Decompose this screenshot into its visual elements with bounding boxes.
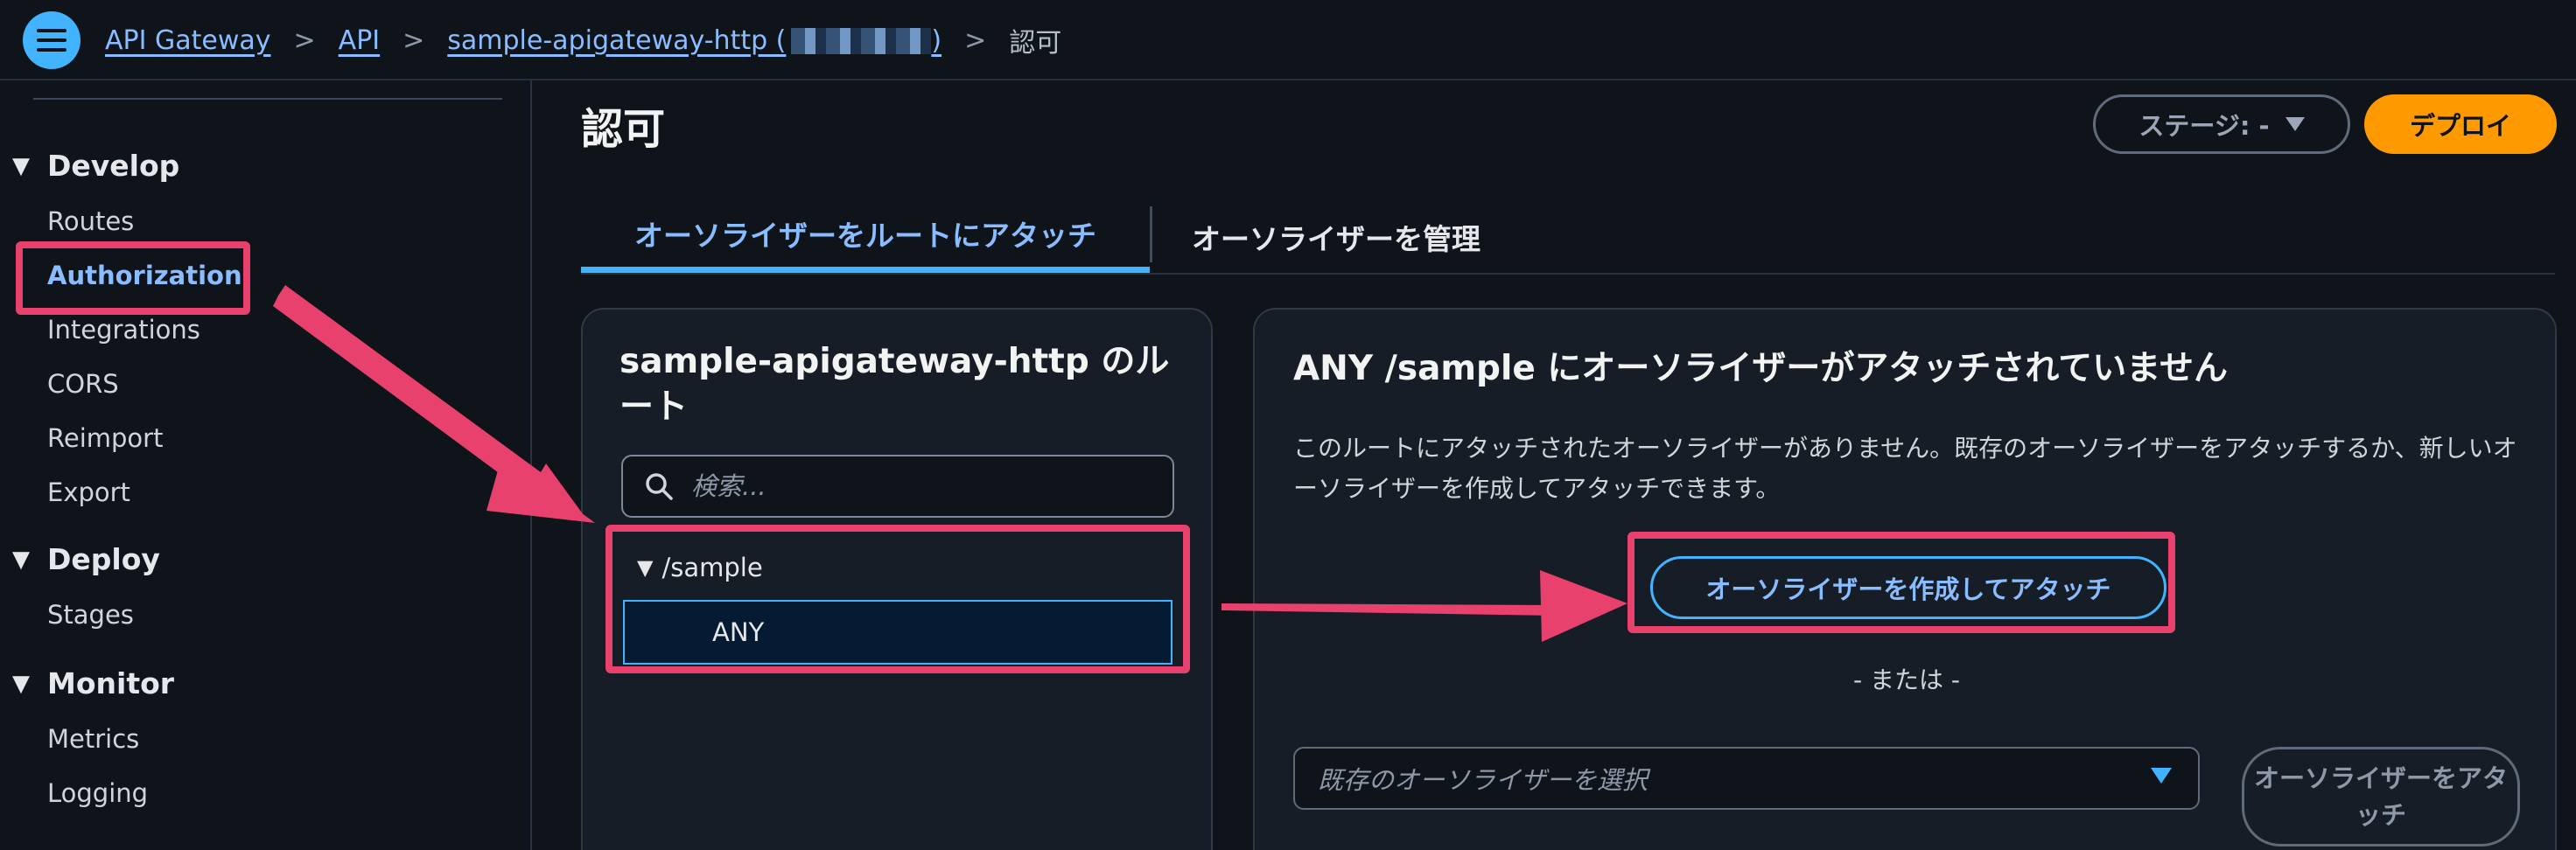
detail-description: このルートにアタッチされたオーソライザーがありません。既存のオーソライザーをアタ… [1293,434,2517,503]
highlight-box-route [606,525,1190,673]
tab-manage-authorizers[interactable]: オーソライザーを管理 [1192,199,1480,275]
or-separator: - または - [1852,665,1960,694]
sidebar-item-export[interactable]: Export [47,477,130,507]
caret-down-icon: ▼ [12,152,30,179]
breadcrumb-api-name[interactable]: sample-apigateway-http () [447,25,942,56]
detail-title: ANY /sample にオーソライザーがアタッチされていません [1293,349,2229,388]
sidebar-section-label: Deploy [47,542,160,576]
hamburger-icon [37,29,66,52]
caret-down-icon [2151,768,2172,784]
breadcrumb-api-gateway[interactable]: API Gateway [105,25,271,56]
tab-attach-authorizer[interactable]: オーソライザーをルートにアタッチ [581,199,1150,273]
sidebar-section-label: Develop [47,149,180,183]
caret-down-icon: ▼ [12,546,30,573]
breadcrumb-current: 認可 [1009,28,1062,59]
page-title: 認可 [581,105,666,154]
select-placeholder: 既存のオーソライザーを選択 [1318,765,1648,795]
existing-authorizer-select[interactable]: 既存のオーソライザーを選択 [1293,747,2200,810]
sidebar-item-stages[interactable]: Stages [47,600,134,630]
search-icon [646,473,673,500]
routes-panel-title: sample-apigateway-http のルート [620,342,1170,427]
breadcrumb-api[interactable]: API [339,25,380,56]
tab-bar: オーソライザーをルートにアタッチ オーソライザーを管理 [581,199,2555,275]
breadcrumb: API Gateway > API > sample-apigateway-ht… [105,0,1061,80]
stage-select-button[interactable]: ステージ: - [2093,94,2350,154]
tab-divider [1150,206,1152,262]
sidebar-item-routes[interactable]: Routes [47,206,134,236]
highlight-box-authorization [16,241,250,315]
chevron-right-icon: > [293,24,316,56]
redacted-api-id [791,28,932,54]
sidebar-section-label: Monitor [47,666,175,700]
sidebar-item-metrics[interactable]: Metrics [47,724,139,754]
chevron-right-icon: > [964,24,987,56]
sidebar-item-logging[interactable]: Logging [47,778,148,808]
sidebar-section-deploy[interactable]: ▼ Deploy [12,542,160,576]
top-navigation-bar: API Gateway > API > sample-apigateway-ht… [0,0,2576,80]
sidebar-divider [33,98,502,100]
highlight-box-create-button [1628,532,2175,633]
search-input[interactable] [691,471,1146,501]
sidebar-section-monitor[interactable]: ▼ Monitor [12,666,174,700]
chevron-right-icon: > [402,24,425,56]
caret-down-icon: ▼ [12,670,30,697]
attach-authorizer-button[interactable]: オーソライザーをアタッチ [2242,747,2520,847]
menu-button[interactable] [23,11,80,69]
sidebar: ▼ Develop Routes Authorization Integrati… [0,80,532,850]
route-search[interactable] [621,455,1174,518]
sidebar-item-cors[interactable]: CORS [47,369,119,399]
sidebar-item-integrations[interactable]: Integrations [47,315,200,345]
sidebar-item-reimport[interactable]: Reimport [47,423,163,453]
stage-label: ステージ: - [2138,111,2270,141]
deploy-button[interactable]: デプロイ [2364,94,2557,154]
sidebar-section-develop[interactable]: ▼ Develop [12,149,179,183]
caret-down-icon [2285,117,2305,131]
breadcrumb-api-name-tail: ) [931,24,942,56]
breadcrumb-api-name-label: sample-apigateway-http ( [447,24,787,56]
